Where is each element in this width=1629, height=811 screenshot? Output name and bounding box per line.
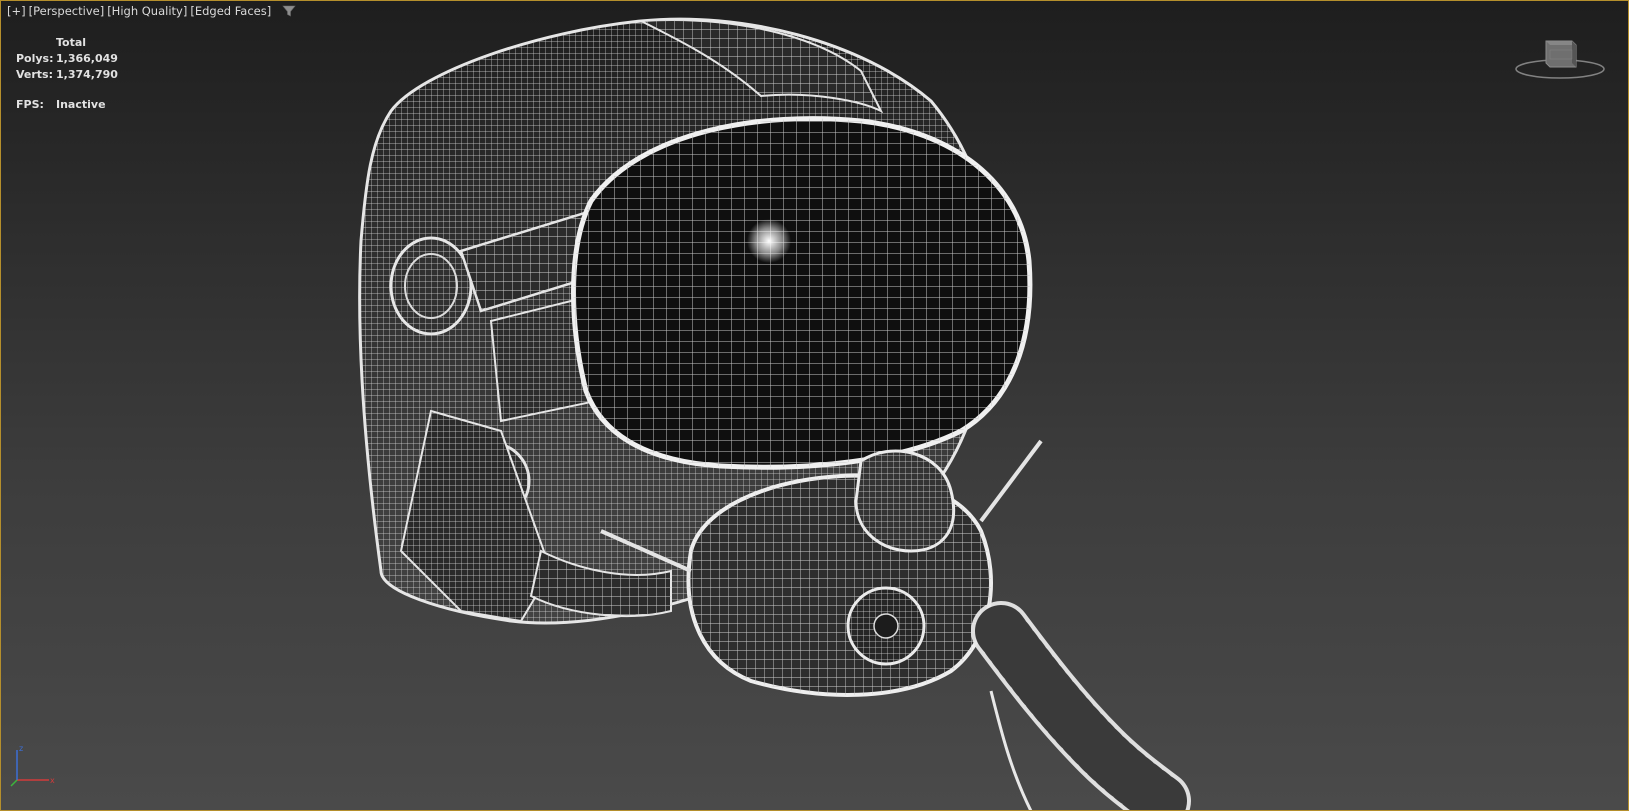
verts-value: 1,374,790 bbox=[56, 68, 118, 81]
viewport-pov-menu[interactable]: [Perspective] bbox=[29, 4, 105, 18]
axis-z-label: z bbox=[19, 744, 23, 753]
oxygen-hose bbox=[971, 601, 1191, 810]
polys-value: 1,366,049 bbox=[56, 52, 118, 65]
viewport-general-menu[interactable]: [+] bbox=[7, 4, 26, 18]
viewcube-icon[interactable] bbox=[1510, 31, 1610, 91]
statistics-overlay: Total Polys: 1,366,049 Verts: 1,374,790 FP… bbox=[16, 35, 118, 113]
fps-value: Inactive bbox=[56, 98, 106, 111]
filter-icon[interactable] bbox=[282, 4, 296, 18]
verts-label: Verts: bbox=[16, 68, 54, 81]
fps-label: FPS: bbox=[16, 98, 44, 111]
helmet-wireframe-model[interactable] bbox=[341, 11, 1221, 811]
stats-header: Total bbox=[56, 36, 87, 49]
perspective-viewport[interactable]: [+] [Perspective] [High Quality] [Edged … bbox=[0, 0, 1629, 811]
axis-tripod-icon: x z bbox=[10, 744, 55, 787]
viewport-edges-menu[interactable]: [Edged Faces] bbox=[190, 4, 271, 18]
viewport-shading-menu[interactable]: [High Quality] bbox=[107, 4, 187, 18]
polys-label: Polys: bbox=[16, 52, 54, 65]
viewport-label-menu: [+] [Perspective] [High Quality] [Edged … bbox=[7, 4, 296, 18]
axis-x-label: x bbox=[50, 776, 55, 785]
